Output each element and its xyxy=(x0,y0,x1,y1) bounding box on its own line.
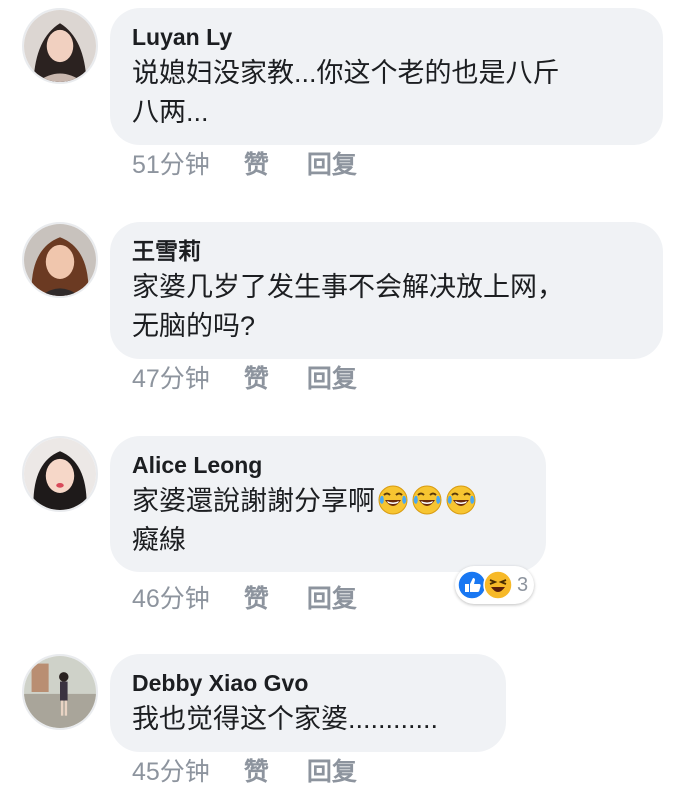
comment-actions: 51分钟 赞 回复 xyxy=(132,150,357,180)
comment-actions: 45分钟 赞 回复 xyxy=(132,757,357,787)
reaction-summary[interactable]: 3 xyxy=(455,566,535,604)
comment-actions: 46分钟 赞 回复 xyxy=(132,584,357,614)
avatar-photo xyxy=(24,656,96,728)
comment-text-line2: 癡線 xyxy=(132,525,186,555)
comment-text-body: 说媳妇没家教...你这个老的也是八斤 八两... xyxy=(132,58,560,127)
like-button[interactable]: 赞 xyxy=(244,584,269,614)
comment-bubble: Debby Xiao Gvo 我也觉得这个家婆............ xyxy=(110,654,506,752)
comment-text-body: 我也觉得这个家婆............ xyxy=(132,704,439,734)
tears-of-joy-emoji xyxy=(445,484,477,516)
comment-text: 家婆還說謝謝分享啊 癡線 xyxy=(132,482,524,560)
comment-time[interactable]: 45分钟 xyxy=(132,757,210,787)
comment-author[interactable]: 王雪莉 xyxy=(132,237,641,265)
comment-author[interactable]: Debby Xiao Gvo xyxy=(132,669,484,697)
like-button[interactable]: 赞 xyxy=(244,364,269,394)
comment-bubble: 王雪莉 家婆几岁了发生事不会解决放上网， 无脑的吗? xyxy=(110,222,663,359)
avatar[interactable] xyxy=(22,654,98,730)
comment-time[interactable]: 46分钟 xyxy=(132,584,210,614)
comment-bubble: Luyan Ly 说媳妇没家教...你这个老的也是八斤 八两... xyxy=(110,8,663,145)
comment-actions: 47分钟 赞 回复 xyxy=(132,364,357,394)
like-button[interactable]: 赞 xyxy=(244,150,269,180)
tears-of-joy-emoji xyxy=(411,484,443,516)
comment-time[interactable]: 47分钟 xyxy=(132,364,210,394)
avatar[interactable] xyxy=(22,436,98,512)
comment-time[interactable]: 51分钟 xyxy=(132,150,210,180)
avatar[interactable] xyxy=(22,222,98,298)
reply-button[interactable]: 回复 xyxy=(307,584,357,614)
tears-of-joy-emoji xyxy=(377,484,409,516)
comment-text: 家婆几岁了发生事不会解决放上网， 无脑的吗? xyxy=(132,268,641,346)
comment-text: 我也觉得这个家婆............ xyxy=(132,700,484,739)
haha-reaction-icon xyxy=(483,570,513,600)
comment-author[interactable]: Alice Leong xyxy=(132,451,524,479)
comment-text: 说媳妇没家教...你这个老的也是八斤 八两... xyxy=(132,54,641,132)
avatar-photo xyxy=(24,224,96,296)
comment-bubble: Alice Leong 家婆還說謝謝分享啊 癡線 xyxy=(110,436,546,572)
avatar-photo xyxy=(24,438,96,510)
reaction-count: 3 xyxy=(517,573,529,596)
avatar-photo xyxy=(24,10,96,82)
comment-text-body: 家婆還說謝謝分享啊 xyxy=(132,486,375,516)
reply-button[interactable]: 回复 xyxy=(307,150,357,180)
reply-button[interactable]: 回复 xyxy=(307,757,357,787)
like-button[interactable]: 赞 xyxy=(244,757,269,787)
reply-button[interactable]: 回复 xyxy=(307,364,357,394)
comment-author[interactable]: Luyan Ly xyxy=(132,23,641,51)
comment-text-body: 家婆几岁了发生事不会解决放上网， 无脑的吗? xyxy=(132,272,564,341)
avatar[interactable] xyxy=(22,8,98,84)
